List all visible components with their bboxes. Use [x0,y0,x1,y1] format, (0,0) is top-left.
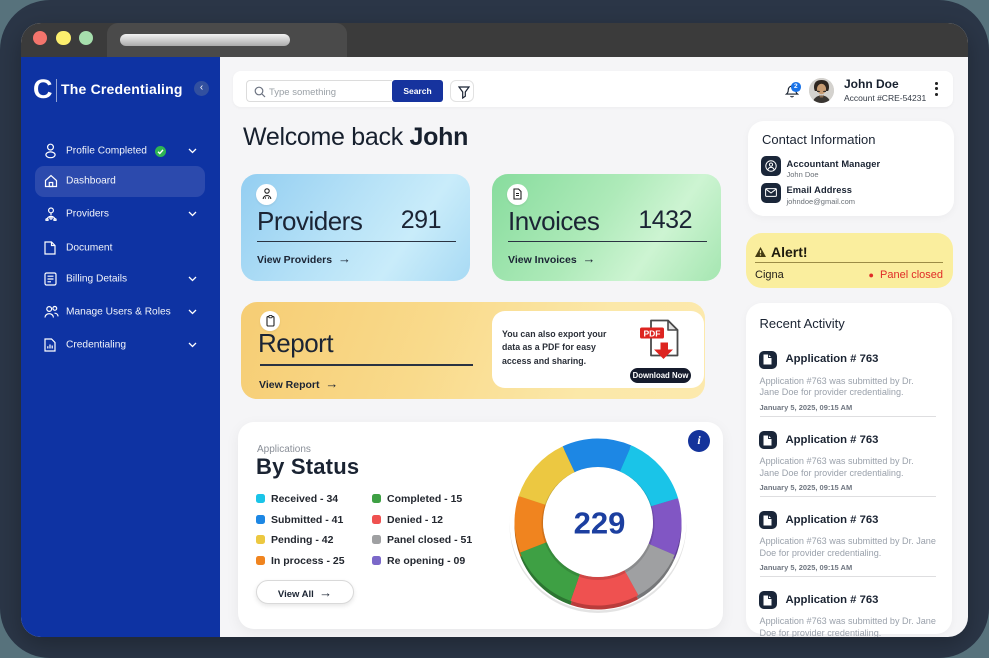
svg-text:229: 229 [574,505,626,540]
svg-text:PDF: PDF [644,328,661,338]
